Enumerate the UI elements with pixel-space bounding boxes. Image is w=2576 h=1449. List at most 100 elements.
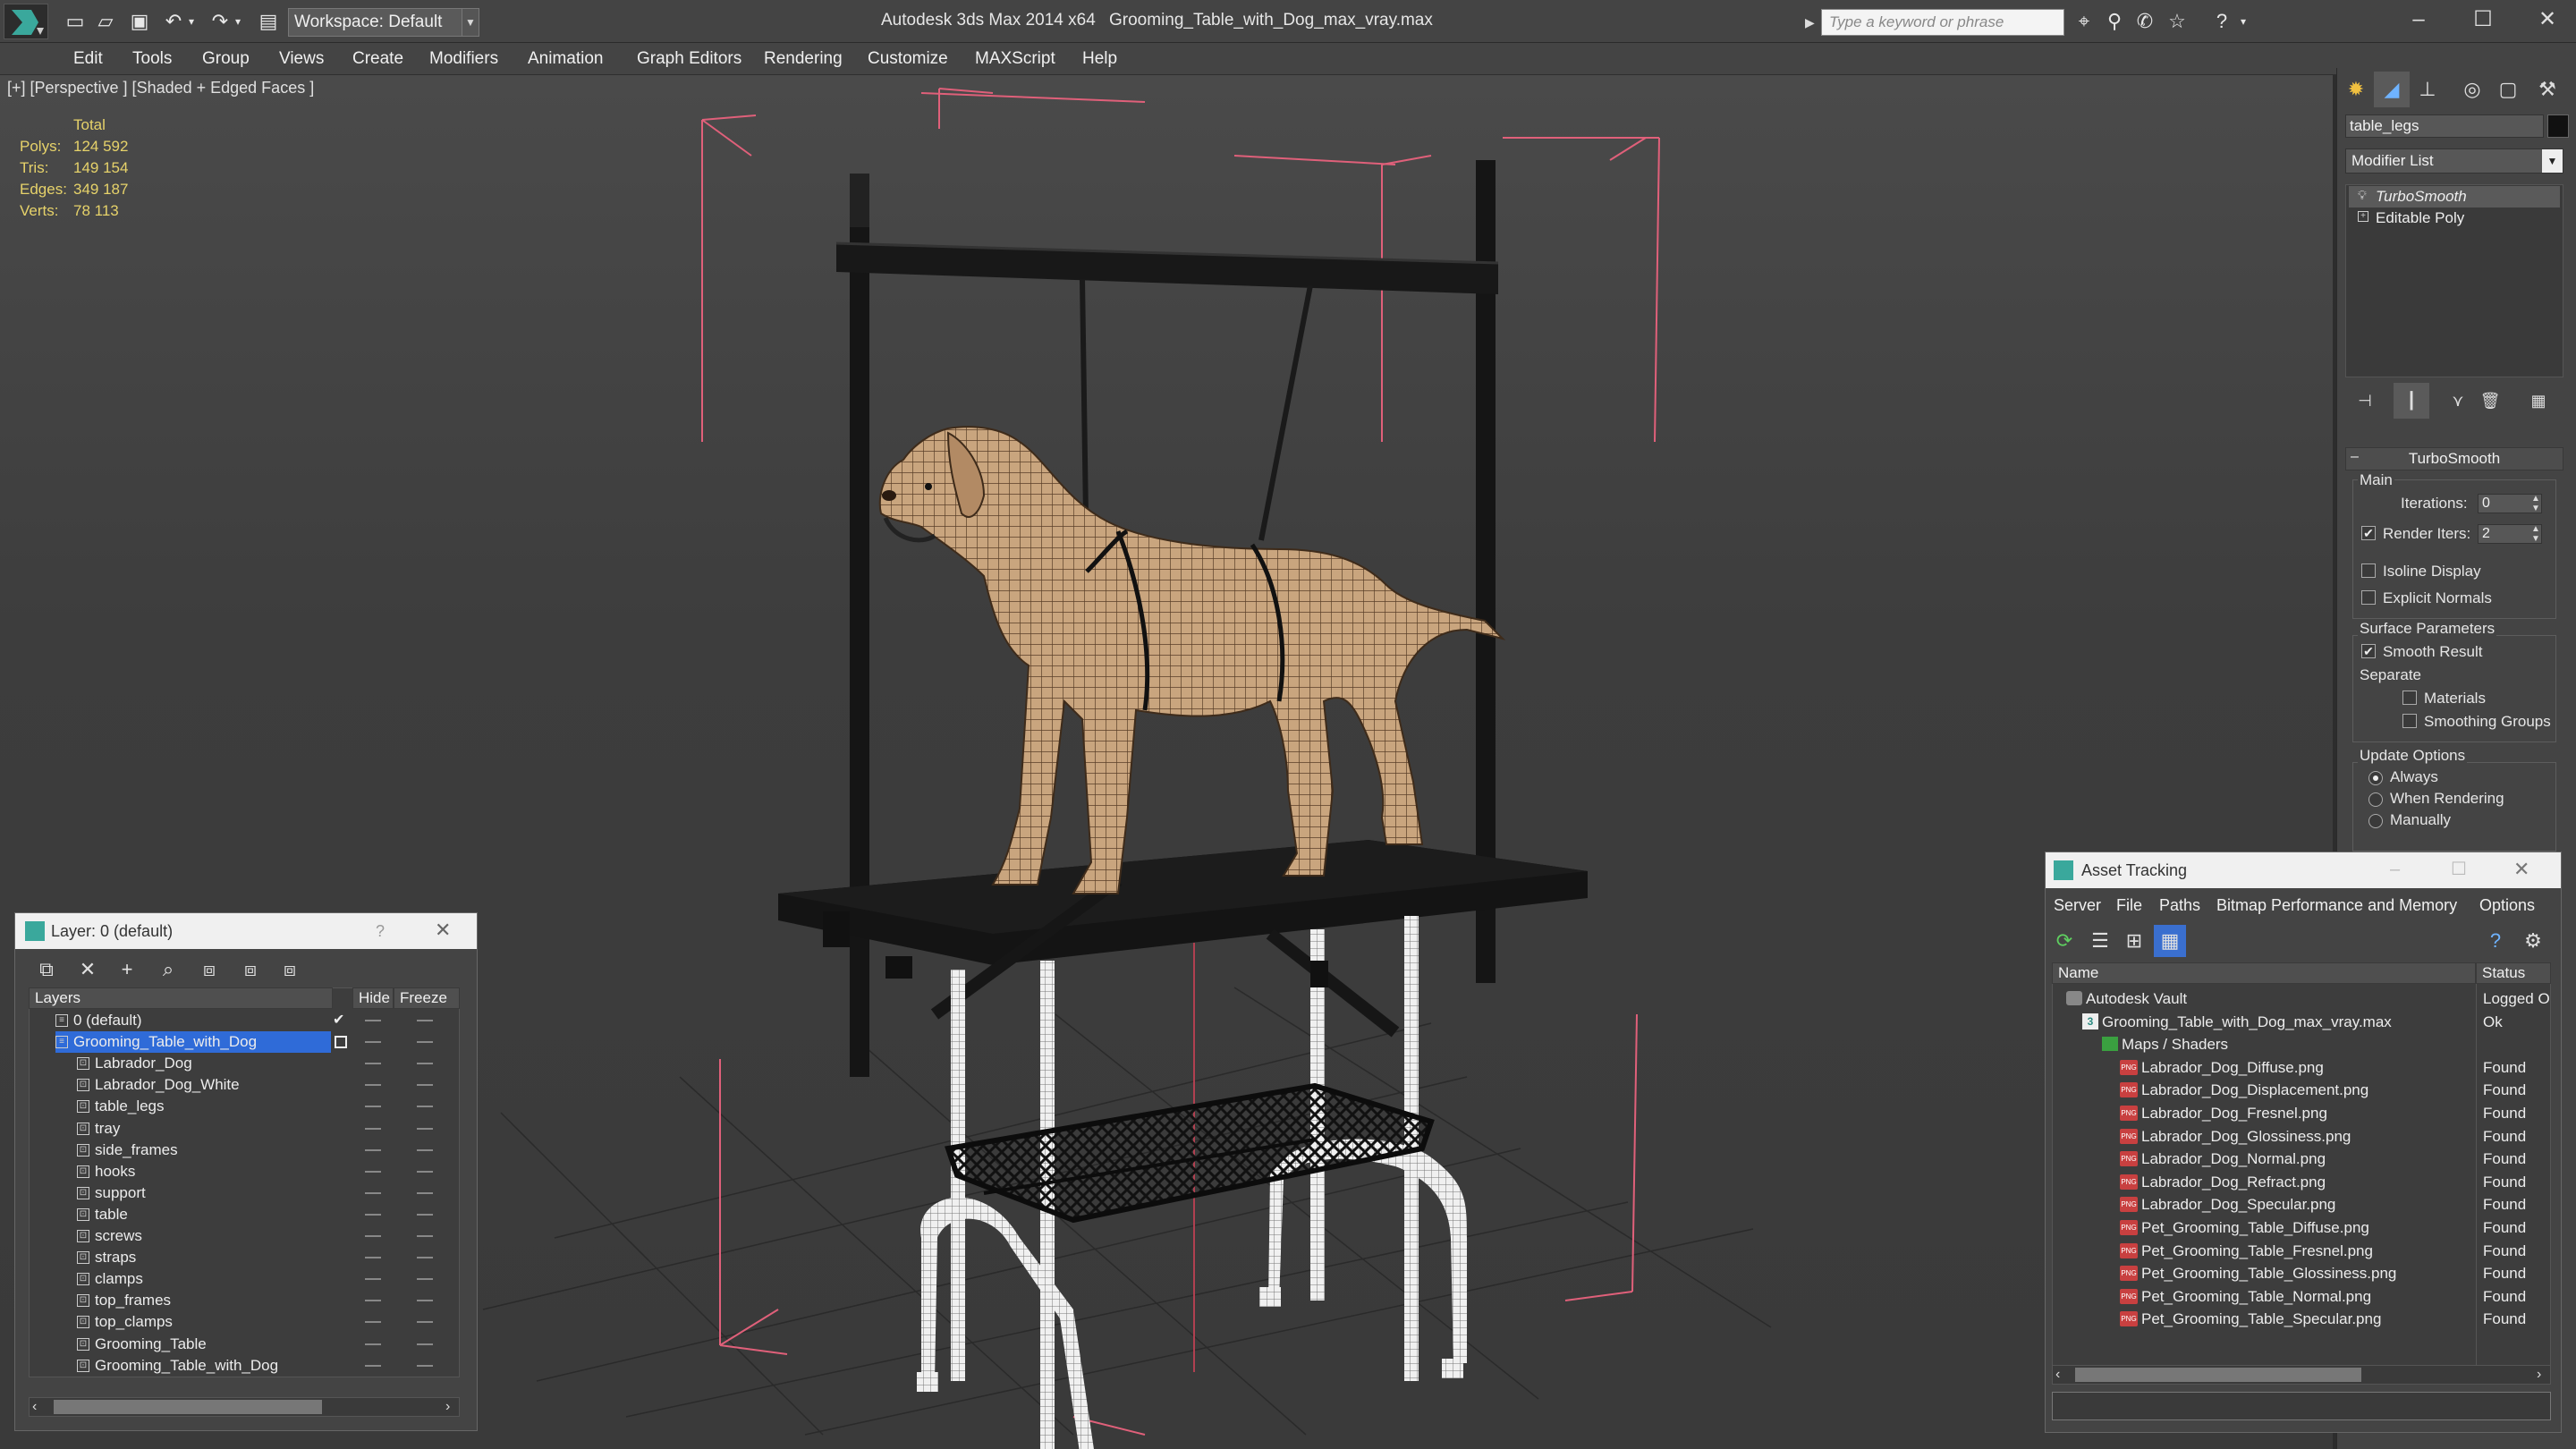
manually-radio[interactable] (2368, 814, 2383, 828)
hide-toggle[interactable] (365, 1321, 381, 1324)
scrollbar-thumb[interactable] (2075, 1368, 2361, 1382)
asset-window-title[interactable]: Asset Tracking (2046, 852, 2561, 888)
freeze-toggle[interactable] (417, 1278, 433, 1281)
menu-graph-editors[interactable]: Graph Editors (637, 43, 741, 75)
set-current-layer-box[interactable] (335, 1036, 347, 1049)
chevron-down-icon[interactable]: ▼ (2542, 149, 2563, 173)
scroll-right-icon[interactable]: › (445, 1397, 450, 1417)
when-rendering-radio[interactable] (2368, 792, 2383, 807)
hide-toggle[interactable] (365, 1063, 381, 1065)
hide-toggle[interactable] (365, 1020, 381, 1021)
hierarchy-tab-icon[interactable]: ⊥ (2410, 72, 2445, 107)
collapse-minus-icon[interactable]: – (2351, 449, 2359, 465)
hide-toggle[interactable] (365, 1148, 381, 1151)
menu-tools[interactable]: Tools (132, 43, 172, 75)
close-button[interactable]: ✕ (2519, 4, 2576, 36)
menu-rendering[interactable]: Rendering (764, 43, 843, 75)
freeze-toggle[interactable] (417, 1106, 433, 1108)
hide-toggle[interactable] (365, 1191, 381, 1194)
favorites-star-icon[interactable]: ☆ (2165, 11, 2190, 32)
table-view-icon[interactable]: ⊞ (2118, 925, 2150, 957)
menu-views[interactable]: Views (279, 43, 324, 75)
hide-toggle[interactable] (365, 1300, 381, 1302)
spinner-arrows-icon[interactable]: ▲ ▼ (2531, 494, 2540, 513)
spinner-arrows-icon[interactable]: ▲ ▼ (2531, 524, 2540, 544)
redo-icon[interactable]: ↷ (208, 11, 233, 32)
pin-stack-icon[interactable]: ⊣ (2347, 383, 2383, 419)
menu-animation[interactable]: Animation (528, 43, 604, 75)
freeze-column-header[interactable]: Freeze (394, 987, 460, 1009)
create-layer-icon[interactable]: ⧉ (30, 953, 63, 986)
asset-menu-file[interactable]: File (2116, 889, 2142, 921)
freeze-toggle[interactable] (417, 1041, 433, 1044)
freeze-all-layers-icon[interactable]: ⧈ (274, 953, 306, 986)
close-icon[interactable]: ✕ (2513, 855, 2529, 884)
undo-dropdown-icon[interactable]: ▾ (184, 11, 199, 32)
project-folder-icon[interactable]: ▤ (256, 11, 281, 32)
refresh-icon[interactable]: ⟳ (2048, 925, 2080, 957)
help-icon[interactable]: ? (376, 918, 385, 945)
render-iters-checkbox[interactable]: ✔ (2361, 526, 2376, 540)
asset-menu-server[interactable]: Server (2054, 889, 2101, 921)
minimize-button[interactable]: – (2390, 4, 2447, 36)
save-icon[interactable]: ▣ (127, 11, 152, 32)
always-radio[interactable] (2368, 771, 2383, 785)
object-color-swatch[interactable] (2547, 114, 2569, 138)
freeze-toggle[interactable] (417, 1213, 433, 1216)
menu-modifiers[interactable]: Modifiers (429, 43, 498, 75)
redo-dropdown-icon[interactable]: ▾ (231, 11, 245, 32)
settings-icon[interactable]: ⚙ (2517, 925, 2549, 957)
materials-checkbox[interactable] (2402, 691, 2417, 705)
maximize-button[interactable]: ☐ (2454, 4, 2512, 36)
scroll-left-icon[interactable]: ‹ (32, 1397, 37, 1417)
minimize-icon[interactable]: – (2390, 855, 2400, 884)
search-expand-icon[interactable]: ▶ (1805, 9, 1821, 36)
new-file-icon[interactable]: ▭ (63, 11, 88, 32)
help-icon[interactable]: ? (2209, 11, 2234, 32)
menu-edit[interactable]: Edit (73, 43, 103, 75)
display-tab-icon[interactable]: ▢ (2490, 72, 2526, 107)
hide-toggle[interactable] (365, 1364, 381, 1367)
hide-toggle[interactable] (365, 1127, 381, 1130)
binoculars-icon[interactable]: ⌖ (2072, 11, 2097, 32)
freeze-toggle[interactable] (417, 1148, 433, 1151)
utilities-tab-icon[interactable]: ⚒ (2529, 72, 2565, 107)
freeze-toggle[interactable] (417, 1084, 433, 1087)
layer-window-title[interactable]: Layer: 0 (default) (15, 913, 477, 949)
hide-toggle[interactable] (365, 1213, 381, 1216)
asset-menu-paths[interactable]: Paths (2159, 889, 2200, 921)
communication-center-icon[interactable]: ✆ (2132, 11, 2157, 32)
delete-layer-icon[interactable]: ✕ (72, 953, 104, 986)
freeze-toggle[interactable] (417, 1300, 433, 1302)
remove-modifier-icon[interactable]: 🗑︎ (2472, 383, 2508, 419)
layers-column-header[interactable]: Layers (29, 987, 333, 1009)
freeze-toggle[interactable] (417, 1191, 433, 1194)
hide-toggle[interactable] (365, 1106, 381, 1108)
grid-view-icon[interactable]: ▦ (2154, 925, 2186, 957)
hide-toggle[interactable] (365, 1235, 381, 1237)
app-logo-icon[interactable] (4, 4, 48, 39)
configure-modifier-sets-icon[interactable]: ▦ (2521, 383, 2556, 419)
hide-column-header[interactable]: Hide (352, 987, 394, 1009)
menu-maxscript[interactable]: MAXScript (975, 43, 1055, 75)
help-dropdown-icon[interactable]: ▾ (2236, 11, 2250, 32)
turbosmooth-rollout-header[interactable]: TurboSmooth (2345, 447, 2563, 470)
hide-toggle[interactable] (365, 1041, 381, 1044)
freeze-toggle[interactable] (417, 1063, 433, 1065)
viewport-label[interactable]: [+] [Perspective ] [Shaded + Edged Faces… (7, 75, 314, 100)
undo-icon[interactable]: ↶ (161, 11, 186, 32)
menu-create[interactable]: Create (352, 43, 403, 75)
add-to-layer-icon[interactable]: + (111, 953, 143, 986)
chevron-down-icon[interactable]: ▼ (462, 8, 479, 37)
workspace-dropdown[interactable]: Workspace: Default (288, 8, 467, 37)
hide-toggle[interactable] (365, 1343, 381, 1345)
motion-tab-icon[interactable]: ◎ (2454, 72, 2490, 107)
status-column-header[interactable]: Status (2476, 962, 2551, 984)
asset-path-field[interactable] (2052, 1392, 2551, 1420)
stack-item-turbosmooth[interactable]: TurboSmooth (2349, 186, 2560, 208)
hide-toggle[interactable] (365, 1278, 381, 1281)
asset-menu-bitmap-performance[interactable]: Bitmap Performance and Memory (2216, 889, 2457, 921)
show-end-result-icon[interactable]: ┃ (2394, 383, 2429, 419)
freeze-toggle[interactable] (417, 1364, 433, 1367)
expand-plus-icon[interactable]: + (2358, 211, 2368, 222)
